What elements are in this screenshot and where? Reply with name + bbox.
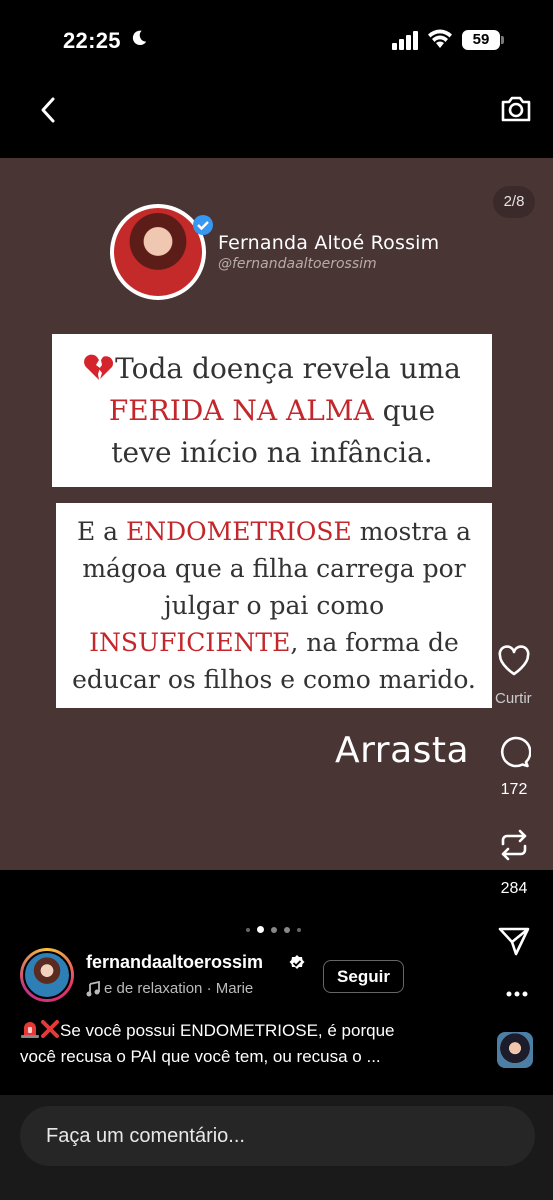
repost-icon[interactable] [497,828,531,862]
card2-line3: julgar o pai como [163,591,385,620]
verified-badge-icon [289,955,305,969]
share-paper-plane-icon[interactable] [497,924,531,958]
swipe-label: Arrasta [335,730,470,771]
pager-dot [246,928,250,932]
caption-line1-text: Se você possui ENDOMETRIOSE, é porque [60,1021,395,1040]
music-note-icon [86,981,100,997]
quote-card-1: Toda doença revela uma FERIDA NA ALMA qu… [52,334,492,487]
highlight-text: FERIDA NA ALMA [108,394,374,427]
card2-line1: E a ENDOMETRIOSE mostra a [56,513,492,550]
post-author-name: Fernanda Altoé Rossim [218,232,440,254]
highlight-text: ENDOMETRIOSE [126,517,352,546]
card1-line3: teve início na infância. [111,436,433,469]
card1-line1-text: Toda doença revela uma [115,352,461,385]
slide-counter: 2/8 [493,186,535,218]
post-author-handle: @fernandaaltoerossim [218,256,377,272]
pager-dot [297,928,301,932]
wifi-icon [428,29,452,48]
broken-heart-icon [84,354,114,380]
card1-line2: FERIDA NA ALMA que [52,390,492,432]
music-track[interactable]: e de relaxation · Marie [104,980,289,997]
cellular-signal-icon [392,31,418,50]
avatar-image [23,951,71,999]
pager-dot [284,927,290,933]
card2-line1-b: mostra a [351,517,472,546]
highlight-text: INSUFICIENTE [89,628,291,657]
pager-dot [271,927,277,933]
siren-emoji-icon [21,1022,39,1038]
moon-icon [132,30,147,46]
back-arrow-icon[interactable] [36,96,60,124]
top-navigation [0,80,553,158]
post-caption[interactable]: Se você possui ENDOMETRIOSE, é porque vo… [20,1018,490,1070]
status-bar: 22:25 59 [0,0,553,80]
battery-tip [501,36,504,44]
profile-avatar[interactable] [20,948,74,1002]
status-time: 22:25 [63,28,121,53]
battery-indicator: 59 [462,30,500,50]
like-label[interactable]: Curtir [495,690,532,707]
comment-input[interactable] [20,1106,535,1166]
card1-line1: Toda doença revela uma [52,348,492,390]
follow-button[interactable]: Seguir [323,960,404,993]
verified-badge-icon [193,215,213,235]
card2-line4: INSUFICIENTE, na forma de [56,624,492,661]
comment-bubble-icon[interactable] [497,735,531,769]
caption-line1: Se você possui ENDOMETRIOSE, é porque [20,1018,490,1044]
pager-dot-active [257,926,264,933]
card1-line2-text: que [373,394,436,427]
comment-count: 172 [500,781,528,798]
caption-line2: você recusa o PAI que você tem, ou recus… [20,1047,381,1066]
more-options-icon[interactable] [505,990,529,998]
quote-card-2: E a ENDOMETRIOSE mostra a mágoa que a fi… [56,503,492,708]
like-heart-icon[interactable] [497,644,531,678]
commenter-avatar[interactable] [497,1032,533,1068]
repost-count: 284 [500,880,528,897]
red-cross-emoji-icon [41,1020,59,1038]
username[interactable]: fernandaaltoerossim [86,952,263,973]
card2-line5: educar os filhos e como marido. [72,665,476,694]
card2-line4-text: , na forma de [290,628,459,657]
card2-line1-a: E a [76,517,126,546]
card2-line2: mágoa que a filha carrega por [82,554,466,583]
camera-icon[interactable] [499,93,533,125]
